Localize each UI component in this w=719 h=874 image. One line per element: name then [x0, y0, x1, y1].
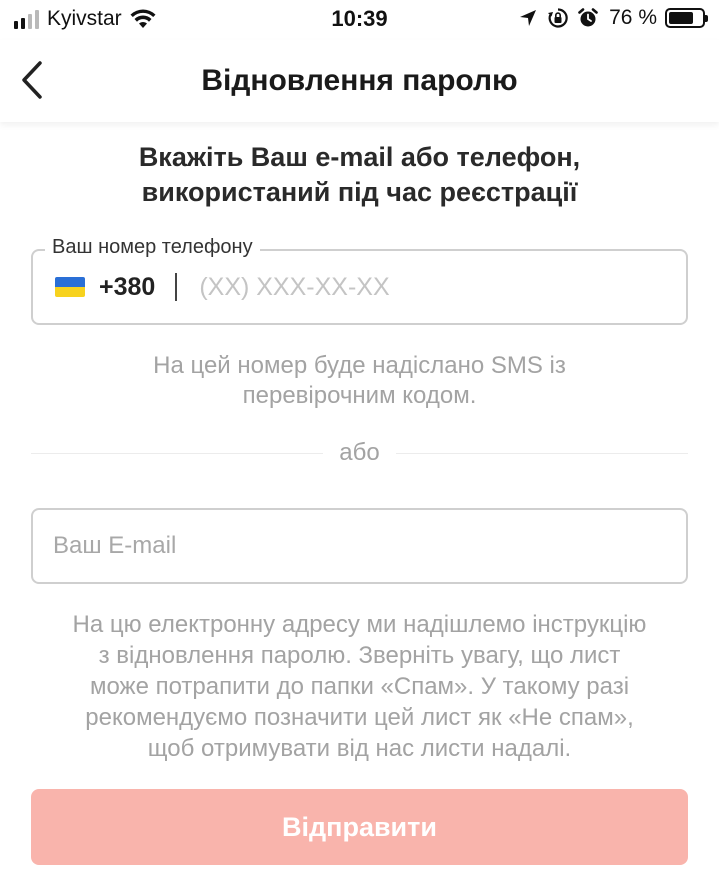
instruction-heading-line: Вкажіть Ваш e-mail або телефон,: [138, 142, 581, 172]
country-code[interactable]: +380: [99, 273, 155, 302]
instruction-heading: Вкажіть Ваш e-mail або телефон, використ…: [0, 140, 719, 210]
email-note: На цю електронну адресу ми надішлемо інс…: [0, 609, 719, 764]
sms-note-line: перевірочним кодом.: [242, 382, 477, 409]
orientation-lock-icon: [548, 8, 568, 28]
status-bar-right: 76 %: [517, 6, 708, 30]
email-field[interactable]: [31, 508, 688, 584]
battery-level: [669, 12, 694, 24]
separator-text: або: [339, 439, 380, 466]
sms-note-line: На цей номер буде надіслано SMS із: [153, 352, 566, 379]
location-arrow-icon: [520, 10, 537, 26]
phone-field[interactable]: +380: [31, 249, 688, 325]
separator-line-left: [31, 452, 324, 454]
code-divider: [175, 273, 178, 301]
instruction-heading-line: використаний під час реєстрації: [141, 177, 578, 207]
email-note-line: рекомендуємо позначити цей лист як «Не с…: [85, 704, 634, 731]
email-note-line: щоб отримувати від нас листи надалі.: [147, 735, 572, 762]
phone-input[interactable]: [199, 272, 560, 302]
email-note-line: з відновлення паролю. Зверніть увагу, що…: [98, 642, 621, 669]
status-bar: Kyivstar 10:39 76 %: [0, 0, 719, 40]
sms-note: На цей номер буде надіслано SMS із перев…: [0, 351, 719, 411]
phone-field-label: Ваш номер телефону: [45, 236, 260, 259]
page-title: Відновлення паролю: [201, 64, 518, 97]
or-separator: або: [31, 436, 689, 470]
separator-line-right: [395, 452, 689, 454]
alarm-icon: [578, 8, 598, 27]
submit-button[interactable]: Відправити: [31, 789, 688, 865]
ukraine-flag-icon: [55, 277, 85, 297]
flag-stripe-blue: [55, 277, 85, 287]
email-input[interactable]: [53, 510, 663, 582]
email-note-line: може потрапити до папки «Спам». У такому…: [89, 673, 630, 700]
nav-bar: Відновлення паролю: [0, 40, 719, 122]
battery-icon: [665, 8, 708, 28]
flag-stripe-yellow: [55, 287, 85, 297]
battery-percent: 76 %: [609, 6, 657, 29]
phone-input-row: +380: [55, 251, 560, 323]
email-note-line: На цю електронну адресу ми надішлемо інс…: [72, 611, 647, 638]
